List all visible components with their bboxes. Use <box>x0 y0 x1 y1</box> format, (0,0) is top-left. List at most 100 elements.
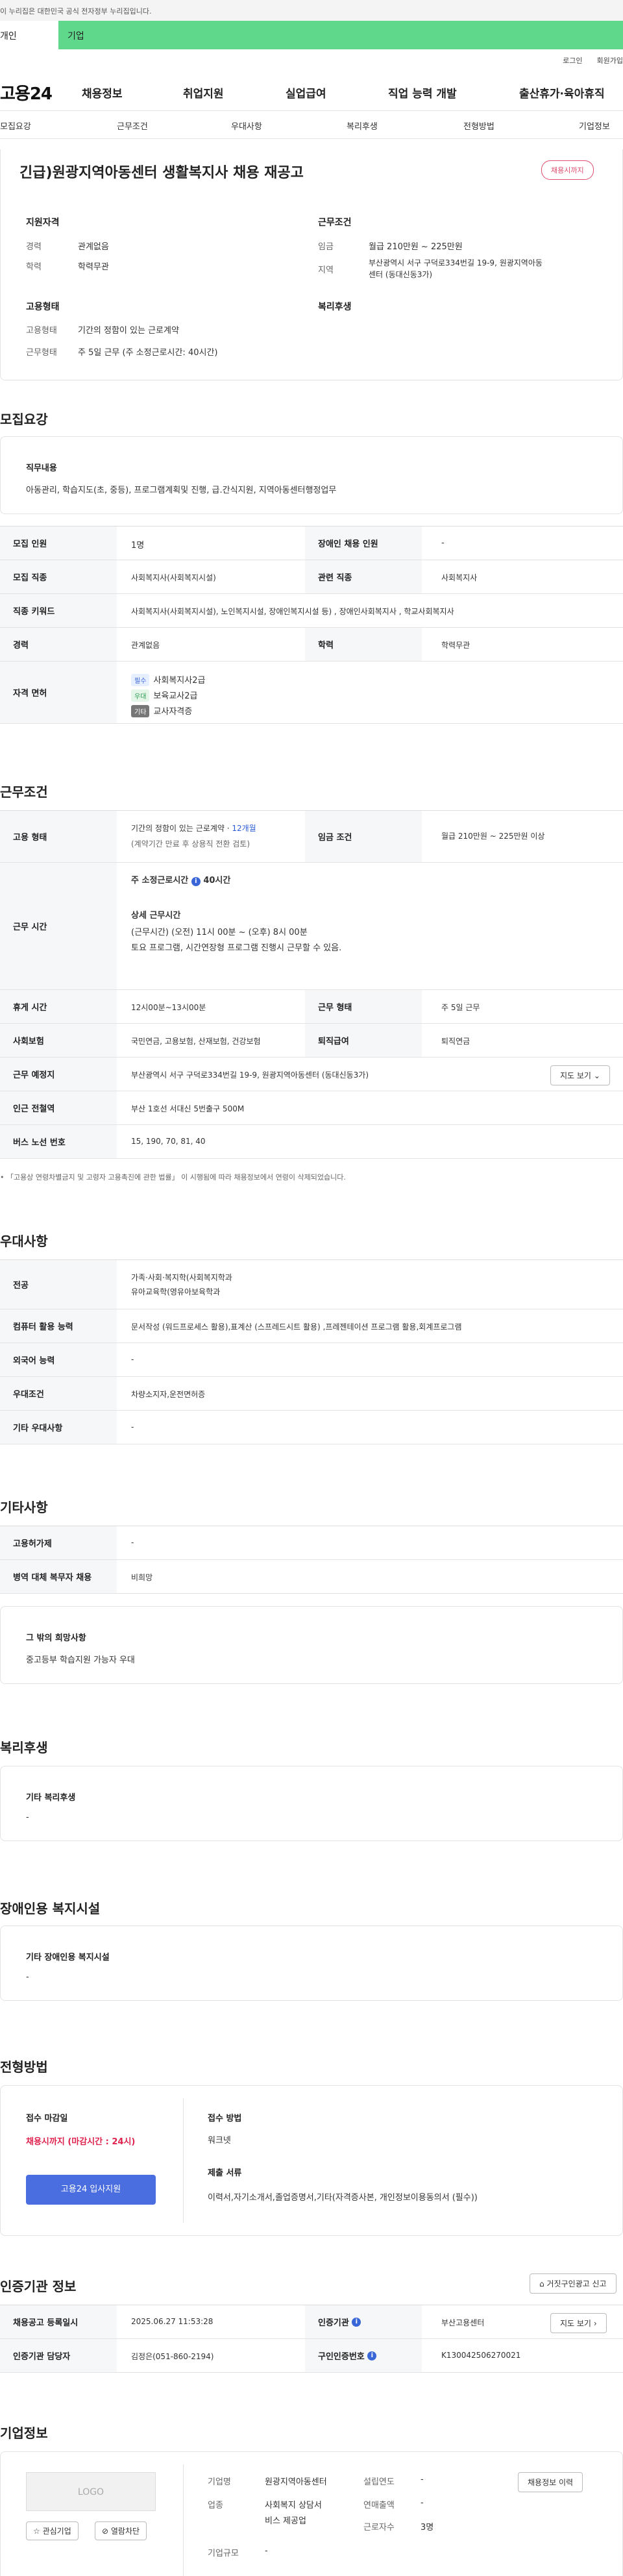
gnb-item-unemployment-benefit[interactable]: 실업급여 <box>286 84 326 101</box>
employees-value: 3명 <box>421 2523 434 2533</box>
work-permit-value: - <box>131 1538 134 1547</box>
company-name-value: 원광지역아동센터 <box>265 2477 327 2487</box>
table-row: 고용허가제 - <box>0 1526 623 1560</box>
company-divider <box>183 2464 184 2576</box>
deadline-value: 채용시까지 (마감시간 : 24시) <box>26 2137 136 2147</box>
insurance-value: 국민연금, 고용보험, 산재보험, 건강보험 <box>131 1037 261 1046</box>
login-link[interactable]: 로그인 <box>563 55 582 66</box>
nav-recruit[interactable]: 모집요강 <box>0 119 31 132</box>
career-value: 관계없음 <box>78 242 109 252</box>
gov-banner-text: 이 누리집은 대한민국 공식 전자정부 누리집입니다. <box>0 7 152 16</box>
military-value: 비희망 <box>131 1573 153 1582</box>
history-button[interactable]: 채용정보 이력 <box>518 2472 583 2492</box>
section-disability-title: 장애인용 복지시설 <box>0 1901 101 1916</box>
hope-value: 중고등부 학습지원 가능자 우대 <box>26 1655 135 1665</box>
size-value: - <box>265 2546 268 2556</box>
career-label: 경력 <box>26 242 42 252</box>
career-row-label: 경력 <box>0 628 117 661</box>
nav-welfare[interactable]: 복리후생 <box>347 119 378 132</box>
major-label: 전공 <box>0 1260 117 1309</box>
subway-label: 인근 전철역 <box>0 1091 117 1124</box>
region-value-2: 센터 (동대신동3가) <box>369 270 433 279</box>
wage-label: 임금 <box>318 242 334 252</box>
table-row: 근무 시간 주 소정근로시간 i 40시간 상세 근무시간 (근무시간) (오전… <box>0 863 623 990</box>
favorite-company-button[interactable]: ☆ 관심기업 <box>26 2521 79 2540</box>
section-company-title: 기업정보 <box>0 2425 48 2441</box>
work-table: 고용 형태 기간의 정함이 있는 근로계약 · 12개월 (계약기간 만료 후 … <box>0 810 623 1159</box>
table-row: 기타 우대사항 - <box>0 1411 623 1444</box>
table-row: 우대조건 차량소지자,운전면허증 <box>0 1377 623 1411</box>
num-value: 1명 <box>131 541 145 551</box>
computer-value: 문서작성 (워드프로세스 활용),표계산 (스프레드시트 활용) ,프레젠테이션… <box>131 1322 462 1331</box>
map-button[interactable]: 지도 보기 ⌄ <box>550 1065 610 1085</box>
wage-cond-label: 임금 조건 <box>305 811 422 862</box>
nav-work-conditions[interactable]: 근무조건 <box>117 119 148 132</box>
nav-company[interactable]: 기업정보 <box>579 119 610 132</box>
page-title: 긴급)원광지역아동센터 생활복지사 채용 재공고 <box>19 165 304 181</box>
info-icon[interactable]: i <box>367 2351 377 2360</box>
contract-period: 12개월 <box>232 824 256 833</box>
sales-label: 연매출액 <box>363 2501 395 2510</box>
info-icon[interactable]: i <box>352 2317 361 2327</box>
section-nav: 모집요강 근무조건 우대사항 복리후생 전형방법 기업정보 <box>0 110 623 139</box>
detail-time-value: (근무시간) (오전) 11시 00분 ~ (오후) 8시 00분 <box>131 928 308 937</box>
founded-value: - <box>421 2475 424 2484</box>
license-name: 교사자격증 <box>153 707 193 717</box>
disability-heading: 기타 장애인용 복지시설 <box>26 1953 110 1963</box>
site-logo[interactable]: 고용24 <box>0 80 53 105</box>
region-label: 지역 <box>318 266 334 275</box>
nav-selection[interactable]: 전형방법 <box>463 119 495 132</box>
disability-value: - <box>26 1972 29 1982</box>
apply-button[interactable]: 고용24 입사지원 <box>26 2175 156 2205</box>
founded-label: 설립연도 <box>363 2477 395 2487</box>
disabled-value: - <box>441 538 445 548</box>
subway-value: 부산 1호선 서대신 5번출구 500M <box>131 1104 245 1113</box>
major-value-2: 유아교육학(영유아보육학과 <box>131 1287 221 1296</box>
retirement-value: 퇴직연금 <box>441 1037 470 1046</box>
age-note: • 「고용상 연령차별금지 및 고령자 고용촉진에 관한 법률」 이 시행됨에 … <box>0 1173 346 1182</box>
rest-value: 12시00분~13시00분 <box>131 1003 206 1012</box>
place-label: 근무 예정지 <box>0 1058 117 1091</box>
wage-cond-value: 월급 210만원 ~ 225만원 이상 <box>441 832 545 841</box>
gnb-item-parental-leave[interactable]: 출산휴가·육아휴직 <box>519 84 605 101</box>
rest-label: 휴게 시간 <box>0 990 117 1023</box>
table-row: 자격 면허 필수 사회복지사2급 우대 보육교사2급 기타 교사자격증 <box>0 662 623 724</box>
section-recruit-title: 모집요강 <box>0 412 48 427</box>
related-label: 관련 직종 <box>305 560 422 593</box>
nav-preferences[interactable]: 우대사항 <box>231 119 262 132</box>
tab-personal[interactable]: 개인 <box>0 21 58 49</box>
edu-label: 학력 <box>26 262 42 272</box>
block-icon: ⊘ <box>102 2527 109 2536</box>
duty-heading: 직무내용 <box>26 464 57 473</box>
weekly-hours: 주 소정근로시간 i 40시간 <box>131 876 231 886</box>
deadline-heading: 접수 마감일 <box>26 2114 68 2124</box>
num-label: 모집 인원 <box>0 526 117 560</box>
place-value: 부산광역시 서구 구덕로334번길 19-9, 원광지역아동센터 (동대신동3가… <box>131 1071 369 1080</box>
tab-company[interactable]: 기업 <box>58 21 623 49</box>
industry-label: 업종 <box>208 2501 223 2510</box>
disability-card <box>0 1926 623 2001</box>
block-view-button[interactable]: ⊘ 열람차단 <box>95 2521 147 2540</box>
table-row: 모집 직종 사회복지사(사회복지시설) 관련 직종 사회복지사 <box>0 560 623 594</box>
info-icon[interactable]: i <box>191 877 201 886</box>
agency-map-button[interactable]: 지도 보기 › <box>550 2313 607 2333</box>
table-row: 고용 형태 기간의 정함이 있는 근로계약 · 12개월 (계약기간 만료 후 … <box>0 811 623 863</box>
reg-date-value: 2025.06.27 11:53:28 <box>131 2317 214 2326</box>
hope-card <box>0 1606 623 1684</box>
table-row: 모집 인원 1명 장애인 채용 인원 - <box>0 526 623 560</box>
gnb-item-jobs[interactable]: 채용정보 <box>82 84 123 101</box>
industry-value-1: 사회복지 상담서 <box>265 2501 322 2510</box>
gnb-item-training[interactable]: 직업 능력 개발 <box>388 84 457 101</box>
license-name: 보육교사2급 <box>153 691 198 701</box>
section-agency-title: 인증기관 정보 <box>0 2279 77 2294</box>
table-row: 직종 키워드 사회복지사(사회복지시설), 노인복지시설, 장애인복지시설 등)… <box>0 594 623 628</box>
agency-value: 부산고용센터 <box>441 2318 485 2327</box>
report-button[interactable]: ⌂ 거짓구인광고 신고 <box>530 2273 617 2294</box>
pref-cond-value: 차량소지자,운전면허증 <box>131 1390 206 1399</box>
job-value: 사회복지사(사회복지시설) <box>131 573 216 582</box>
gnb-item-employment-support[interactable]: 취업지원 <box>183 84 224 101</box>
signup-link[interactable]: 회원가입 <box>597 55 623 66</box>
gov-banner: 이 누리집은 대한민국 공식 전자정부 누리집입니다. <box>0 0 623 21</box>
table-row: 인근 전철역 부산 1호선 서대신 5번출구 500M <box>0 1091 623 1125</box>
table-row: 인증기관 담당자 김정은(051-860-2194) 구인인증번호 i K130… <box>0 2339 623 2373</box>
